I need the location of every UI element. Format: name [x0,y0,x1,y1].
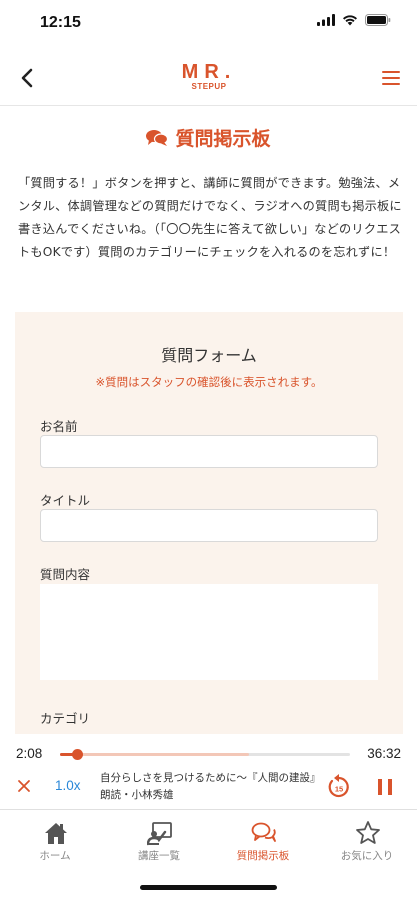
name-field[interactable] [40,435,378,468]
logo-main-text: MR. [181,61,237,83]
hamburger-menu-icon [382,71,400,85]
menu-button[interactable] [379,66,403,90]
form-note: ※質問はスタッフの確認後に表示されます。 [95,375,323,389]
page-title-text: 質問掲示板 [175,128,271,150]
pause-icon [378,779,392,795]
tab-label: 講座一覧 [138,850,180,862]
progress-slider[interactable] [60,749,350,760]
elapsed-time: 2:08 [16,746,43,761]
rewind-seconds-text: 15 [335,785,343,794]
wifi-icon [343,15,357,26]
home-icon [45,823,67,844]
content-label: 質問内容 [40,567,91,582]
form-title: 質問フォーム [161,346,257,365]
title-label: タイトル [40,493,91,508]
pause-button[interactable] [375,777,395,797]
rewind-15-icon: 15 [328,774,349,798]
app-logo: MR. STEPUP [175,62,243,92]
progress-thumb[interactable] [71,749,83,760]
total-time: 36:32 [367,746,401,761]
playback-speed-button[interactable]: 1.0x [55,778,81,793]
audio-player: 2:08 36:32 1.0x 自分らしさを見つけるために～『人間の建設』朗読・… [0,734,417,809]
status-icons [317,14,391,26]
page-title: 質問掲示板 [0,124,417,151]
star-icon [356,821,380,844]
name-label: お名前 [40,419,78,434]
category-label: カテゴリ [40,711,91,726]
buffer-bar [60,753,249,756]
tab-question-board[interactable]: 質問掲示板 [211,810,315,870]
chat-bubbles-icon [251,822,276,842]
status-bar: 12:15 [0,0,417,50]
chat-bubbles-icon [146,129,169,146]
lecture-list-icon [147,822,172,846]
tab-label: 質問掲示板 [236,850,290,862]
tab-favorites[interactable]: お気に入り [315,810,417,870]
content-textarea[interactable] [40,584,378,680]
tab-home[interactable]: ホーム [3,810,107,870]
chevron-left-icon [21,68,33,88]
close-icon [18,780,30,792]
app-header: MR. STEPUP [0,50,417,106]
close-player-button[interactable] [16,778,32,794]
question-form: 質問フォーム ※質問はスタッフの確認後に表示されます。 お名前 タイトル 質問内… [15,312,403,742]
title-field[interactable] [40,509,378,542]
battery-icon [365,14,391,26]
status-time: 12:15 [40,14,81,31]
home-indicator [140,885,277,890]
bottom-tab-bar: ホーム 講座一覧 質問掲示板 お気に入り [0,809,417,900]
intro-text: 「質問する！」ボタンを押すと、講師に質問ができます。勉強法、メンタル、体調管理な… [18,176,402,259]
track-title: 自分らしさを見つけるために～『人間の建設』朗読・小林秀雄 [100,772,316,801]
signal-icon [317,14,335,26]
tab-lecture-list[interactable]: 講座一覧 [107,810,211,870]
logo-sub-text: STEPUP [191,82,227,91]
back-button[interactable] [14,64,42,92]
rewind-15-button[interactable]: 15 [326,772,352,800]
tab-label: お気に入り [340,850,394,862]
tab-label: ホーム [39,850,71,862]
